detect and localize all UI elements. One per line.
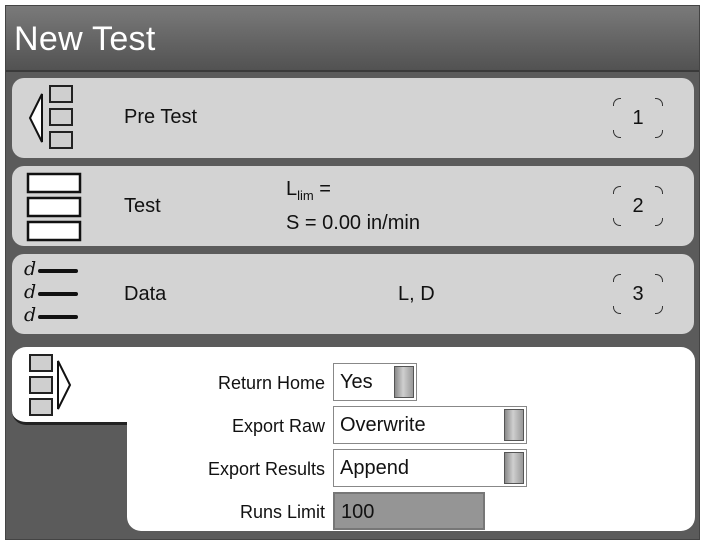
step-number-badge: 1 xyxy=(613,98,663,138)
export-results-label: Export Results xyxy=(207,459,325,479)
window-title: New Test xyxy=(14,20,156,58)
dropdown-button[interactable] xyxy=(504,452,524,484)
data-channels: L, D xyxy=(398,283,435,305)
speed-param: S = 0.00 in/min xyxy=(286,212,420,234)
return-home-select[interactable]: Yes xyxy=(333,363,417,401)
step-test[interactable]: Test Llim = S = 0.00 in/min 2 xyxy=(12,166,694,246)
step-label: Pre Test xyxy=(124,106,197,128)
data-icon: d d d xyxy=(20,258,90,330)
step-pre-test[interactable]: Pre Test 1 xyxy=(12,78,694,158)
export-raw-select[interactable]: Overwrite xyxy=(333,406,527,444)
pretest-icon xyxy=(28,85,73,149)
data-glyph: d xyxy=(24,304,37,326)
return-home-label: Return Home xyxy=(217,373,325,393)
test-icon xyxy=(26,172,82,242)
load-limit-param: Llim = xyxy=(286,178,331,203)
step-number-badge: 2 xyxy=(613,186,663,226)
load-limit-symbol: L xyxy=(286,178,298,200)
step-label: Data xyxy=(124,283,167,305)
runs-limit-label: Runs Limit xyxy=(239,502,325,522)
post-test-panel: Return Home Yes Export Raw Overwrite Exp… xyxy=(127,347,695,531)
runs-limit-field[interactable]: 100 xyxy=(333,492,485,530)
posttest-icon xyxy=(29,354,72,416)
export-results-value: Append xyxy=(340,457,409,479)
step-number: 1 xyxy=(632,107,644,129)
screen: New Test Pre Test 1 Test Llim = S = 0.00… xyxy=(5,5,700,540)
dropdown-button[interactable] xyxy=(394,366,414,398)
title-bar: New Test xyxy=(6,6,699,72)
export-raw-label: Export Raw xyxy=(231,416,325,436)
export-results-select[interactable]: Append xyxy=(333,449,527,487)
export-raw-value: Overwrite xyxy=(340,414,426,436)
data-glyph: d xyxy=(24,258,37,280)
return-home-value: Yes xyxy=(340,371,373,393)
step-post-test-tab[interactable] xyxy=(12,347,142,425)
load-limit-equals: = xyxy=(313,178,331,200)
dropdown-button[interactable] xyxy=(504,409,524,441)
step-number-badge: 3 xyxy=(613,274,663,314)
step-number: 3 xyxy=(632,283,644,305)
data-glyph: d xyxy=(24,281,37,303)
step-number: 2 xyxy=(632,195,644,217)
runs-limit-value: 100 xyxy=(341,501,375,523)
step-label: Test xyxy=(124,195,161,217)
step-data[interactable]: d d d Data L, D 3 xyxy=(12,254,694,334)
load-limit-subscript: lim xyxy=(297,188,314,203)
